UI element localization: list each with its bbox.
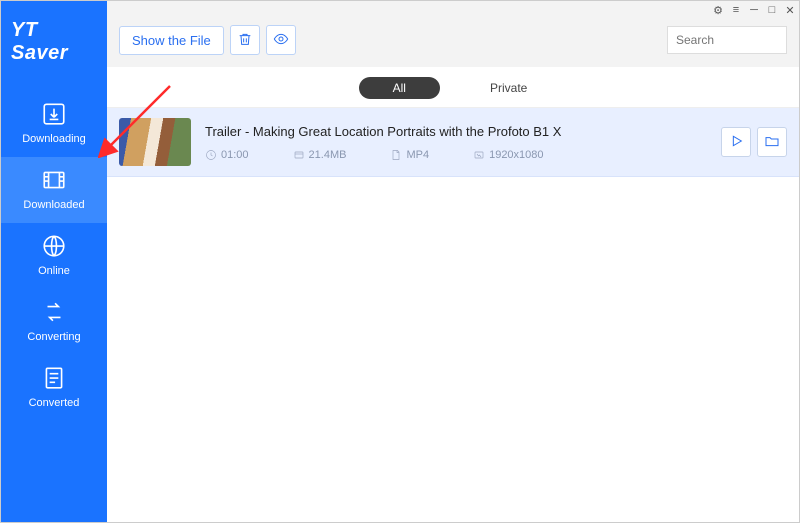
sidebar-item-label: Converting [27, 331, 80, 343]
list-item[interactable]: Trailer - Making Great Location Portrait… [107, 108, 799, 177]
preview-button[interactable] [266, 25, 296, 55]
minimize-icon: ─ [750, 4, 758, 16]
gear-icon: ⚙ [713, 4, 723, 17]
download-icon [41, 101, 67, 127]
sidebar-item-downloading[interactable]: Downloading [1, 91, 107, 157]
globe-icon [41, 233, 67, 259]
video-thumbnail [119, 118, 191, 166]
tab-all[interactable]: All [359, 77, 440, 99]
menu-icon: ≡ [733, 4, 739, 16]
file-icon [390, 149, 402, 161]
main-panel: ⚙ ≡ ─ □ ✕ Show the File All Private [107, 1, 799, 522]
item-title: Trailer - Making Great Location Portrait… [205, 124, 707, 139]
close-icon: ✕ [785, 4, 794, 17]
item-info: Trailer - Making Great Location Portrait… [205, 124, 707, 161]
show-file-button[interactable]: Show the File [119, 26, 224, 55]
sidebar-item-label: Online [38, 265, 70, 277]
app-window: YT Saver Downloading Downloaded Online [0, 0, 800, 523]
folder-icon [764, 133, 780, 152]
film-icon [41, 167, 67, 193]
filter-tabs: All Private [107, 67, 799, 108]
download-list: Trailer - Making Great Location Portrait… [107, 108, 799, 522]
tab-private[interactable]: Private [470, 77, 547, 99]
titlebar: ⚙ ≡ ─ □ ✕ [107, 1, 799, 19]
sidebar-nav: Downloading Downloaded Online Converting [1, 91, 107, 421]
search-input[interactable] [667, 26, 787, 54]
item-actions [721, 127, 787, 157]
sidebar-item-label: Converted [29, 397, 80, 409]
toolbar: Show the File [107, 19, 799, 67]
maximize-icon: □ [769, 4, 776, 16]
open-folder-button[interactable] [757, 127, 787, 157]
trash-icon [237, 31, 253, 50]
resolution-icon [473, 149, 485, 161]
document-check-icon [41, 365, 67, 391]
sidebar-item-label: Downloaded [23, 199, 84, 211]
eye-icon [273, 31, 289, 50]
play-button[interactable] [721, 127, 751, 157]
sidebar-item-converting[interactable]: Converting [1, 289, 107, 355]
item-size: 21.4MB [293, 149, 347, 161]
sidebar-item-label: Downloading [22, 133, 86, 145]
sidebar: YT Saver Downloading Downloaded Online [1, 1, 107, 522]
sidebar-item-downloaded[interactable]: Downloaded [1, 157, 107, 223]
menu-button[interactable]: ≡ [727, 1, 745, 19]
item-duration: 01:00 [205, 149, 249, 161]
delete-button[interactable] [230, 25, 260, 55]
sidebar-item-converted[interactable]: Converted [1, 355, 107, 421]
clock-icon [205, 149, 217, 161]
app-logo: YT Saver [1, 1, 107, 91]
play-icon [728, 133, 744, 152]
item-format: MP4 [390, 149, 429, 161]
convert-icon [41, 299, 67, 325]
item-resolution: 1920x1080 [473, 149, 543, 161]
item-meta: 01:00 21.4MB MP4 1920x1080 [205, 149, 707, 161]
settings-button[interactable]: ⚙ [709, 1, 727, 19]
sidebar-item-online[interactable]: Online [1, 223, 107, 289]
close-button[interactable]: ✕ [781, 1, 799, 19]
storage-icon [293, 149, 305, 161]
minimize-button[interactable]: ─ [745, 1, 763, 19]
maximize-button[interactable]: □ [763, 1, 781, 19]
